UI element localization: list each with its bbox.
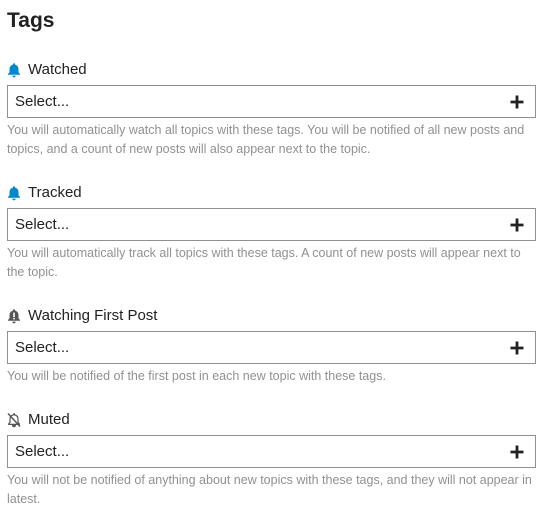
section-watching-first-post: Watching First Post Select... You will b… <box>7 306 537 386</box>
section-label-row: Watched <box>7 60 537 80</box>
select-placeholder: Select... <box>15 339 70 356</box>
watching-first-post-tags-select[interactable]: Select... <box>7 331 536 364</box>
plus-icon[interactable] <box>510 445 524 459</box>
muted-tags-select[interactable]: Select... <box>7 435 536 468</box>
bell-icon <box>7 185 21 201</box>
section-muted: Muted Select... You will not be notified… <box>7 410 537 509</box>
tracked-tags-select[interactable]: Select... <box>7 208 536 241</box>
bell-slash-icon <box>7 412 21 428</box>
select-placeholder: Select... <box>15 93 70 110</box>
plus-icon[interactable] <box>510 218 524 232</box>
section-help-text: You will be notified of the first post i… <box>7 369 386 383</box>
section-help-text: You will automatically watch all topics … <box>7 123 525 156</box>
section-label: Watching First Post <box>28 307 158 324</box>
section-label: Muted <box>28 411 70 428</box>
page-title: Tags <box>7 9 55 32</box>
plus-icon[interactable] <box>510 95 524 109</box>
tags-preferences-page: Tags Watched Select... You will automati… <box>0 0 544 518</box>
section-tracked: Tracked Select... You will automatically… <box>7 183 537 282</box>
watched-tags-select[interactable]: Select... <box>7 85 536 118</box>
section-help-text: You will not be notified of anything abo… <box>7 473 532 506</box>
section-label-row: Tracked <box>7 183 537 203</box>
bell-exclamation-icon <box>7 308 21 324</box>
plus-icon[interactable] <box>510 341 524 355</box>
section-label-row: Muted <box>7 410 537 430</box>
select-placeholder: Select... <box>15 216 70 233</box>
section-label: Tracked <box>28 184 82 201</box>
section-label-row: Watching First Post <box>7 306 537 326</box>
select-placeholder: Select... <box>15 443 70 460</box>
bell-icon <box>7 62 21 78</box>
section-label: Watched <box>28 61 87 78</box>
section-help-text: You will automatically track all topics … <box>7 246 521 279</box>
section-watched: Watched Select... You will automatically… <box>7 60 537 159</box>
